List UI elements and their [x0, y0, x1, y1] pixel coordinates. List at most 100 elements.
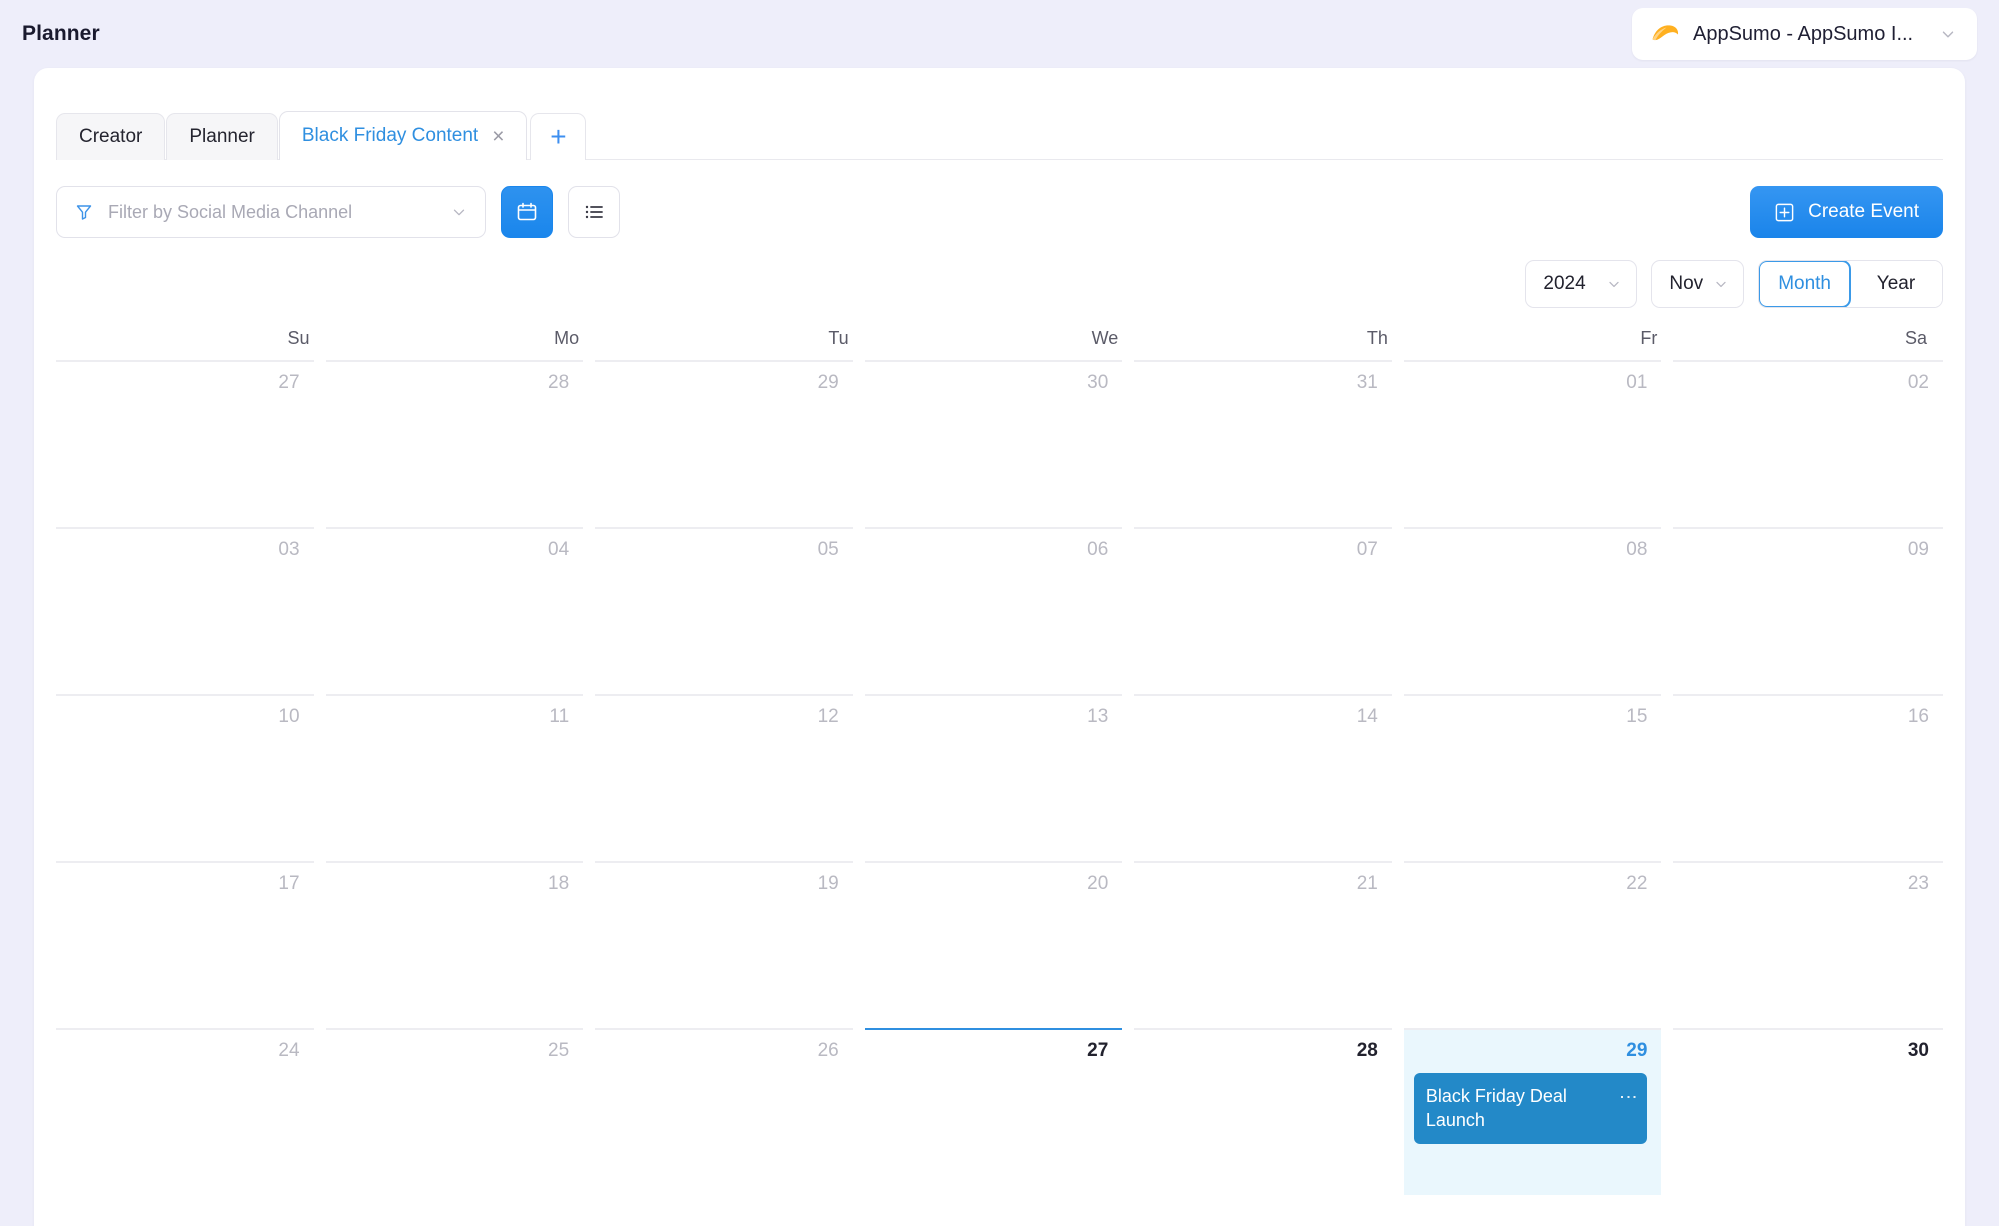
calendar-day-29[interactable]: 29	[595, 360, 853, 527]
day-number: 30	[875, 372, 1109, 395]
calendar-day-28[interactable]: 28	[326, 360, 584, 527]
tab-label: Creator	[79, 126, 142, 148]
calendar-day-28[interactable]: 28	[1134, 1028, 1392, 1195]
app-header: Planner AppSumo - AppSumo I...	[0, 0, 1999, 68]
calendar-day-12[interactable]: 12	[595, 694, 853, 861]
calendar-day-30[interactable]: 30	[865, 360, 1123, 527]
calendar-day-29[interactable]: 29Black Friday Deal Launch⋮	[1404, 1028, 1662, 1195]
create-event-label: Create Event	[1808, 201, 1919, 223]
calendar-day-07[interactable]: 07	[1134, 527, 1392, 694]
tab-bar: Creator Planner Black Friday Content × +	[34, 68, 1965, 160]
day-number: 10	[66, 706, 300, 729]
day-number: 15	[1414, 706, 1648, 729]
calendar-day-08[interactable]: 08	[1404, 527, 1662, 694]
day-number: 11	[336, 706, 570, 729]
calendar-day-21[interactable]: 21	[1134, 861, 1392, 1028]
calendar-day-09[interactable]: 09	[1673, 527, 1943, 694]
calendar-day-03[interactable]: 03	[56, 527, 314, 694]
weekday-we: We	[865, 328, 1135, 360]
day-number: 21	[1144, 873, 1378, 896]
calendar-day-15[interactable]: 15	[1404, 694, 1662, 861]
calendar-view-button[interactable]	[501, 186, 553, 238]
day-number: 23	[1683, 873, 1929, 896]
calendar-day-17[interactable]: 17	[56, 861, 314, 1028]
workspace-label: AppSumo - AppSumo I...	[1693, 23, 1926, 46]
date-controls: 2024 Nov Month Year	[34, 238, 1965, 308]
calendar-day-25[interactable]: 25	[326, 1028, 584, 1195]
calendar-day-24[interactable]: 24	[56, 1028, 314, 1195]
calendar-day-04[interactable]: 04	[326, 527, 584, 694]
range-option-month[interactable]: Month	[1758, 260, 1851, 308]
calendar-day-11[interactable]: 11	[326, 694, 584, 861]
calendar-day-16[interactable]: 16	[1673, 694, 1943, 861]
workspace-selector[interactable]: AppSumo - AppSumo I...	[1632, 8, 1977, 60]
day-number: 07	[1144, 539, 1378, 562]
day-number: 27	[66, 372, 300, 395]
calendar-week-row: 17 18 19 20 21 22 23	[56, 861, 1943, 1028]
day-number: 05	[605, 539, 839, 562]
calendar-day-31[interactable]: 31	[1134, 360, 1392, 527]
tab-creator[interactable]: Creator	[56, 113, 165, 160]
calendar-week-row: 0304 05 06 07 0809	[56, 527, 1943, 694]
year-select[interactable]: 2024	[1525, 260, 1637, 308]
weekday-header-row: Su Mo Tu We Th Fr Sa	[56, 328, 1943, 360]
calendar-weeks: 2728293031010203040506070809101112131415…	[56, 360, 1943, 1195]
filter-funnel-icon	[74, 202, 94, 222]
calendar-day-13[interactable]: 13	[865, 694, 1123, 861]
day-number: 30	[1683, 1040, 1929, 1063]
tab-planner[interactable]: Planner	[166, 113, 278, 160]
tab-black-friday-content[interactable]: Black Friday Content ×	[279, 111, 528, 160]
calendar-day-05[interactable]: 05	[595, 527, 853, 694]
day-number: 02	[1683, 372, 1929, 395]
calendar-day-19[interactable]: 19	[595, 861, 853, 1028]
calendar-icon	[515, 200, 539, 224]
close-icon[interactable]: ×	[492, 126, 504, 147]
month-select[interactable]: Nov	[1651, 260, 1744, 308]
weekday-th: Th	[1134, 328, 1404, 360]
calendar-day-27[interactable]: 27	[56, 360, 314, 527]
toolbar-left-group: Filter by Social Media Channel	[56, 186, 620, 238]
calendar-day-22[interactable]: 22	[1404, 861, 1662, 1028]
day-number: 28	[1144, 1040, 1378, 1063]
weekday-su: Su	[56, 328, 326, 360]
month-value: Nov	[1669, 273, 1703, 295]
weekday-fr: Fr	[1404, 328, 1674, 360]
calendar-week-row: 10 11 12 13 14 15 16	[56, 694, 1943, 861]
add-tab-button[interactable]: +	[530, 113, 586, 160]
calendar-day-10[interactable]: 10	[56, 694, 314, 861]
calendar-day-20[interactable]: 20	[865, 861, 1123, 1028]
day-number: 26	[605, 1040, 839, 1063]
planner-panel: Creator Planner Black Friday Content × +…	[34, 68, 1965, 1226]
tab-label: Black Friday Content	[302, 125, 478, 147]
calendar-week-row: 242526272829Black Friday Deal Launch⋮30	[56, 1028, 1943, 1195]
calendar-day-01[interactable]: 01	[1404, 360, 1662, 527]
calendar-day-06[interactable]: 06	[865, 527, 1123, 694]
year-value: 2024	[1543, 273, 1585, 295]
day-number: 19	[605, 873, 839, 896]
calendar-day-02[interactable]: 02	[1673, 360, 1943, 527]
range-option-year[interactable]: Year	[1850, 261, 1942, 307]
calendar-event[interactable]: Black Friday Deal Launch ⋮	[1414, 1073, 1648, 1145]
calendar-day-18[interactable]: 18	[326, 861, 584, 1028]
chevron-down-icon	[1713, 276, 1729, 292]
list-icon	[582, 200, 606, 224]
create-event-button[interactable]: Create Event	[1750, 186, 1943, 238]
event-title: Black Friday Deal Launch	[1426, 1084, 1613, 1133]
kebab-menu-icon[interactable]: ⋮	[1621, 1084, 1635, 1106]
calendar-day-27[interactable]: 27	[865, 1028, 1123, 1195]
day-number: 14	[1144, 706, 1378, 729]
day-number: 17	[66, 873, 300, 896]
calendar-day-14[interactable]: 14	[1134, 694, 1392, 861]
social-channel-filter[interactable]: Filter by Social Media Channel	[56, 186, 486, 238]
calendar-day-30[interactable]: 30	[1673, 1028, 1943, 1195]
calendar-day-23[interactable]: 23	[1673, 861, 1943, 1028]
day-number: 01	[1414, 372, 1648, 395]
calendar-day-26[interactable]: 26	[595, 1028, 853, 1195]
planner-toolbar: Filter by Social Media Channel	[34, 160, 1965, 238]
month-calendar: Su Mo Tu We Th Fr Sa 2728293031010203040…	[34, 308, 1965, 1195]
list-view-button[interactable]	[568, 186, 620, 238]
day-number: 13	[875, 706, 1109, 729]
weekday-sa: Sa	[1673, 328, 1943, 360]
day-number: 31	[1144, 372, 1378, 395]
chevron-down-icon	[1939, 25, 1957, 43]
